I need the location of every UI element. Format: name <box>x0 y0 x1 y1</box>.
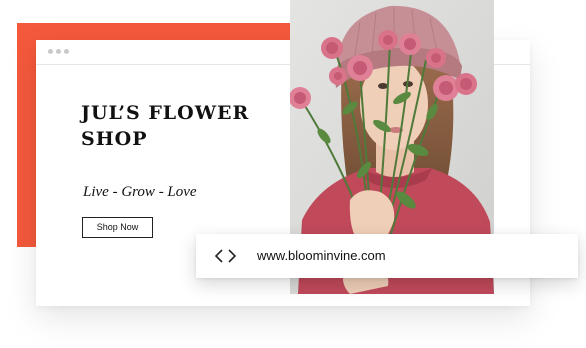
window-dot <box>64 49 69 54</box>
site-title: JUL’S FLOWER SHOP <box>81 102 250 150</box>
chevron-right-icon[interactable] <box>226 248 238 264</box>
url-text[interactable]: www.bloominvine.com <box>257 248 386 264</box>
window-dot <box>56 49 61 54</box>
shop-now-button[interactable]: Shop Now <box>82 217 153 238</box>
tagline: Live - Grow - Love <box>83 184 197 200</box>
window-dot <box>48 49 53 54</box>
chevron-left-icon[interactable] <box>213 248 225 264</box>
url-bar: www.bloominvine.com <box>196 234 578 278</box>
